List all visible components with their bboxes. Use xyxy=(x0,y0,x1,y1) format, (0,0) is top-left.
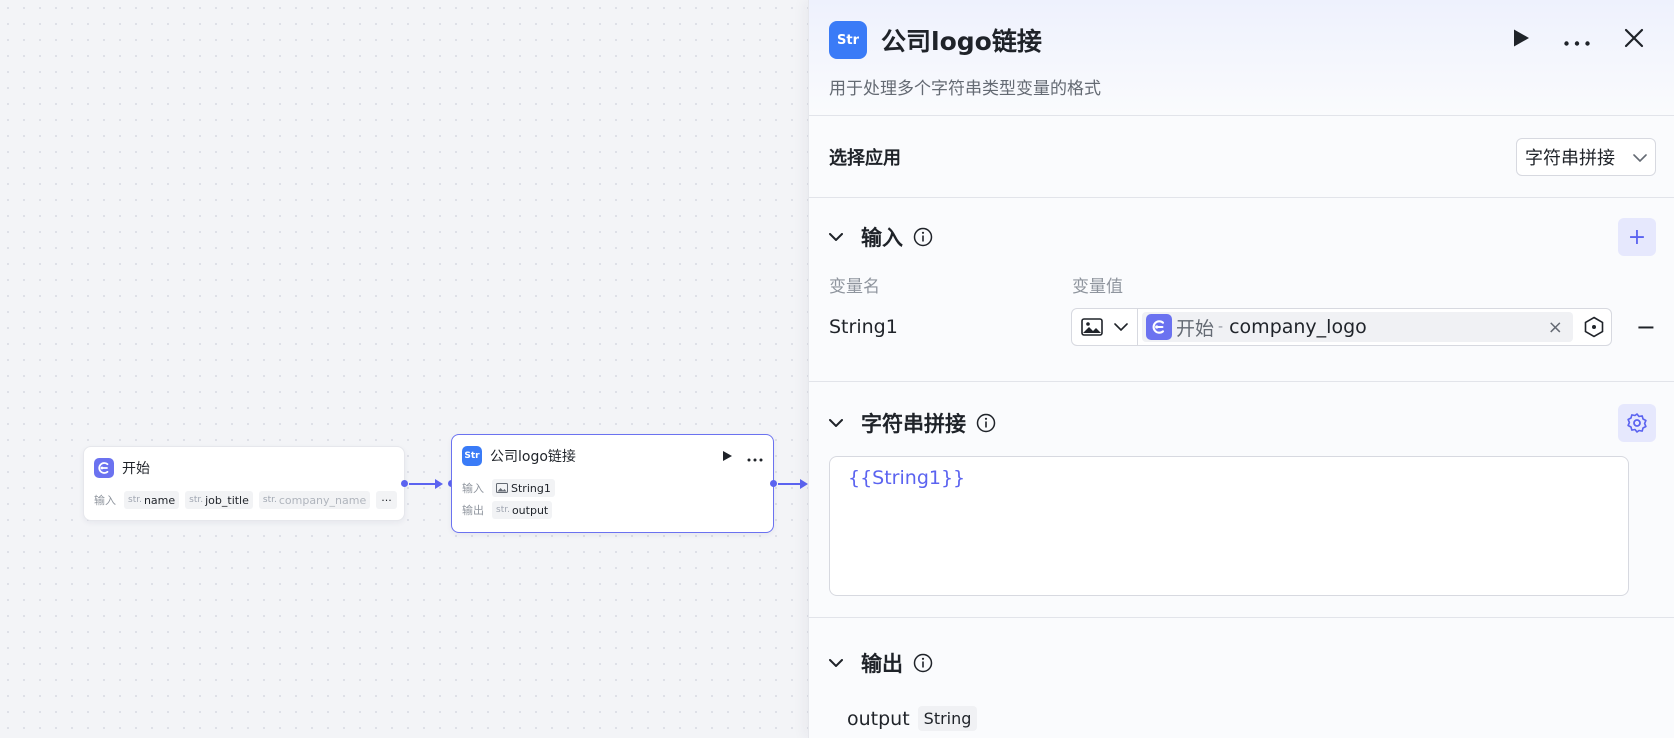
start-node-icon xyxy=(1146,314,1173,340)
image-icon xyxy=(1081,318,1104,336)
app-select[interactable]: 字符串拼接 xyxy=(1516,137,1656,176)
concat-node-input-label: 输入 xyxy=(462,482,484,495)
reference-variable: company_logo xyxy=(1229,316,1367,338)
app-select-value: 字符串拼接 xyxy=(1525,147,1615,169)
image-icon xyxy=(496,483,508,493)
reference-separator: - xyxy=(1218,319,1224,335)
more-icon[interactable] xyxy=(1564,31,1590,50)
app-select-label: 选择应用 xyxy=(829,147,901,169)
start-node-output-port[interactable] xyxy=(401,480,408,487)
param-chip: str. job_title xyxy=(185,491,253,509)
panel-title[interactable]: 公司logo链接 xyxy=(881,22,1042,58)
str-icon: Str xyxy=(829,21,867,59)
collapse-chevron-icon[interactable] xyxy=(829,659,843,667)
start-node-input-label: 输入 xyxy=(94,494,116,507)
workflow-canvas[interactable]: 开始 输入 str. name str. job_title str. company… xyxy=(0,0,808,738)
concat-node-outputs: 输出 str. output xyxy=(452,499,773,521)
collapse-chevron-icon[interactable] xyxy=(829,419,843,427)
chevron-down-icon xyxy=(1633,146,1647,167)
chevron-down-icon xyxy=(1113,323,1128,331)
concat-node-output-label: 输出 xyxy=(462,504,484,517)
col-variable-value: 变量值 xyxy=(1072,277,1123,297)
run-icon[interactable] xyxy=(1512,28,1530,52)
more-params-button[interactable]: ··· xyxy=(376,491,397,509)
concat-section-title: 字符串拼接 xyxy=(861,412,966,436)
template-editor[interactable]: {{String1}} xyxy=(829,456,1629,596)
node-config-panel: Str 公司logo链接 用于处理多个字符串类型变量的格式 选择应用 字符串拼接… xyxy=(808,0,1674,738)
value-type-select[interactable] xyxy=(1072,309,1139,345)
info-icon[interactable] xyxy=(913,227,933,247)
start-node[interactable]: 开始 输入 str. name str. job_title str. company… xyxy=(83,446,405,521)
gear-icon xyxy=(1627,413,1647,433)
concat-section: 字符串拼接 {{String1}} xyxy=(809,382,1674,618)
start-node-title: 开始 xyxy=(122,461,150,477)
param-chip: str. name xyxy=(124,491,180,509)
variable-reference[interactable]: 开始 - company_logo × xyxy=(1142,312,1573,342)
variable-picker-icon[interactable] xyxy=(1577,316,1611,338)
remove-variable-button[interactable]: − xyxy=(1636,313,1656,341)
variable-name[interactable]: String1 xyxy=(829,316,1071,338)
concat-node[interactable]: Str 公司logo链接 输入 String1 输出 str. output xyxy=(451,434,774,533)
output-chip: str. output xyxy=(492,501,553,519)
input-section-title: 输入 xyxy=(861,226,903,250)
info-icon[interactable] xyxy=(913,653,933,673)
param-chip: str. company_name xyxy=(258,491,371,509)
variable-value-field[interactable]: 开始 - company_logo × xyxy=(1071,308,1612,346)
concat-node-inputs: 输入 String1 xyxy=(452,477,773,499)
input-chip: String1 xyxy=(492,479,555,497)
info-icon[interactable] xyxy=(976,413,996,433)
collapse-chevron-icon[interactable] xyxy=(829,233,843,241)
close-icon[interactable] xyxy=(1624,28,1644,52)
start-node-header: 开始 xyxy=(84,447,404,489)
concat-settings-button[interactable] xyxy=(1618,404,1656,442)
edge-arrow-icon xyxy=(800,479,808,489)
output-variable: output String xyxy=(829,706,1656,731)
concat-node-output-port[interactable] xyxy=(770,480,777,487)
clear-reference-button[interactable]: × xyxy=(1548,317,1563,338)
start-node-icon xyxy=(94,458,114,478)
edge-arrow-icon xyxy=(435,479,443,489)
str-icon: Str xyxy=(462,446,482,466)
col-variable-name: 变量名 xyxy=(829,277,880,297)
output-section: 输出 output String xyxy=(809,618,1674,738)
variable-row: String1 开始 - company_logo × − xyxy=(829,308,1656,346)
add-variable-button[interactable]: + xyxy=(1618,218,1656,256)
concat-node-actions xyxy=(721,447,763,466)
reference-source: 开始 xyxy=(1176,317,1215,340)
output-section-title: 输出 xyxy=(861,652,903,676)
concat-node-title: 公司logo链接 xyxy=(490,449,576,465)
run-icon[interactable] xyxy=(721,447,733,466)
app-select-section: 选择应用 字符串拼接 xyxy=(809,116,1674,198)
start-node-inputs: 输入 str. name str. job_title str. company_na… xyxy=(84,489,404,511)
concat-node-header: Str 公司logo链接 xyxy=(452,435,773,477)
panel-actions xyxy=(1512,28,1644,52)
output-type-badge: String xyxy=(917,706,978,731)
output-name: output xyxy=(847,707,910,730)
variable-column-headers: 变量名 变量值 xyxy=(829,272,1656,297)
panel-description: 用于处理多个字符串类型变量的格式 xyxy=(829,79,1101,99)
edge-start-to-concat xyxy=(409,483,437,485)
input-section: 输入 + 变量名 变量值 String1 开始 - company_logo × xyxy=(809,198,1674,382)
more-icon[interactable] xyxy=(747,447,763,466)
panel-header: Str 公司logo链接 用于处理多个字符串类型变量的格式 xyxy=(809,0,1674,116)
